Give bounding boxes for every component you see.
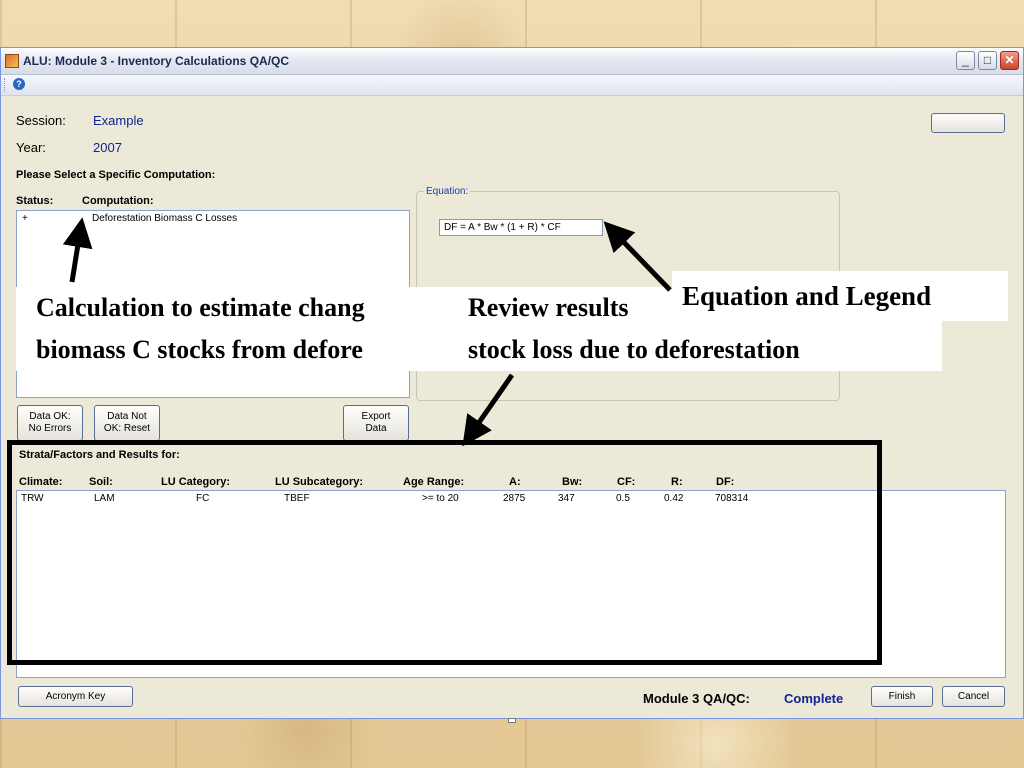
arrow-to-equation [603, 221, 672, 292]
arrow-to-computation [62, 217, 93, 283]
annotation-arrows [62, 217, 672, 447]
arrow-to-results [462, 373, 515, 447]
